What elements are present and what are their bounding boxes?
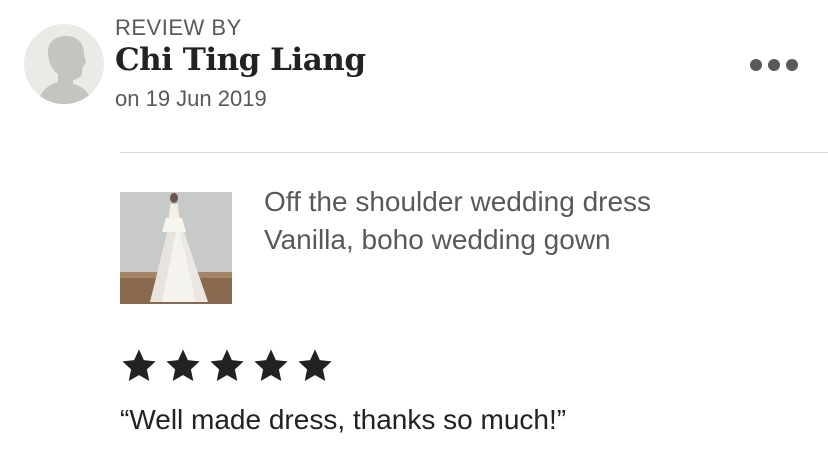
- listing-title-link[interactable]: Off the shoulder wedding dress Vanilla, …: [264, 183, 784, 259]
- review-text: “Well made dress, thanks so much!”: [120, 404, 567, 435]
- listing-title-line: Vanilla, boho wedding gown: [264, 224, 611, 255]
- person-silhouette-icon: [38, 36, 92, 104]
- star-icon: [254, 349, 288, 382]
- reviewer-avatar[interactable]: [24, 24, 104, 104]
- listing-thumbnail[interactable]: [120, 192, 232, 304]
- divider: [120, 152, 828, 153]
- review-by-label: REVIEW BY: [115, 15, 242, 40]
- more-options-icon: [750, 59, 762, 71]
- more-options-icon: [768, 59, 780, 71]
- reviewer-name[interactable]: Chi Ting Liang: [115, 42, 366, 78]
- listing-title-line: Off the shoulder wedding dress: [264, 186, 652, 217]
- star-icon: [122, 349, 156, 382]
- star-rating: [120, 347, 334, 385]
- star-icon: [210, 349, 244, 382]
- star-icon: [166, 349, 200, 382]
- star-icon: [298, 349, 332, 382]
- product-photo-icon: [120, 192, 232, 304]
- more-options-icon: [786, 59, 798, 71]
- review-date: on 19 Jun 2019: [115, 86, 267, 111]
- more-options-button[interactable]: [744, 52, 804, 78]
